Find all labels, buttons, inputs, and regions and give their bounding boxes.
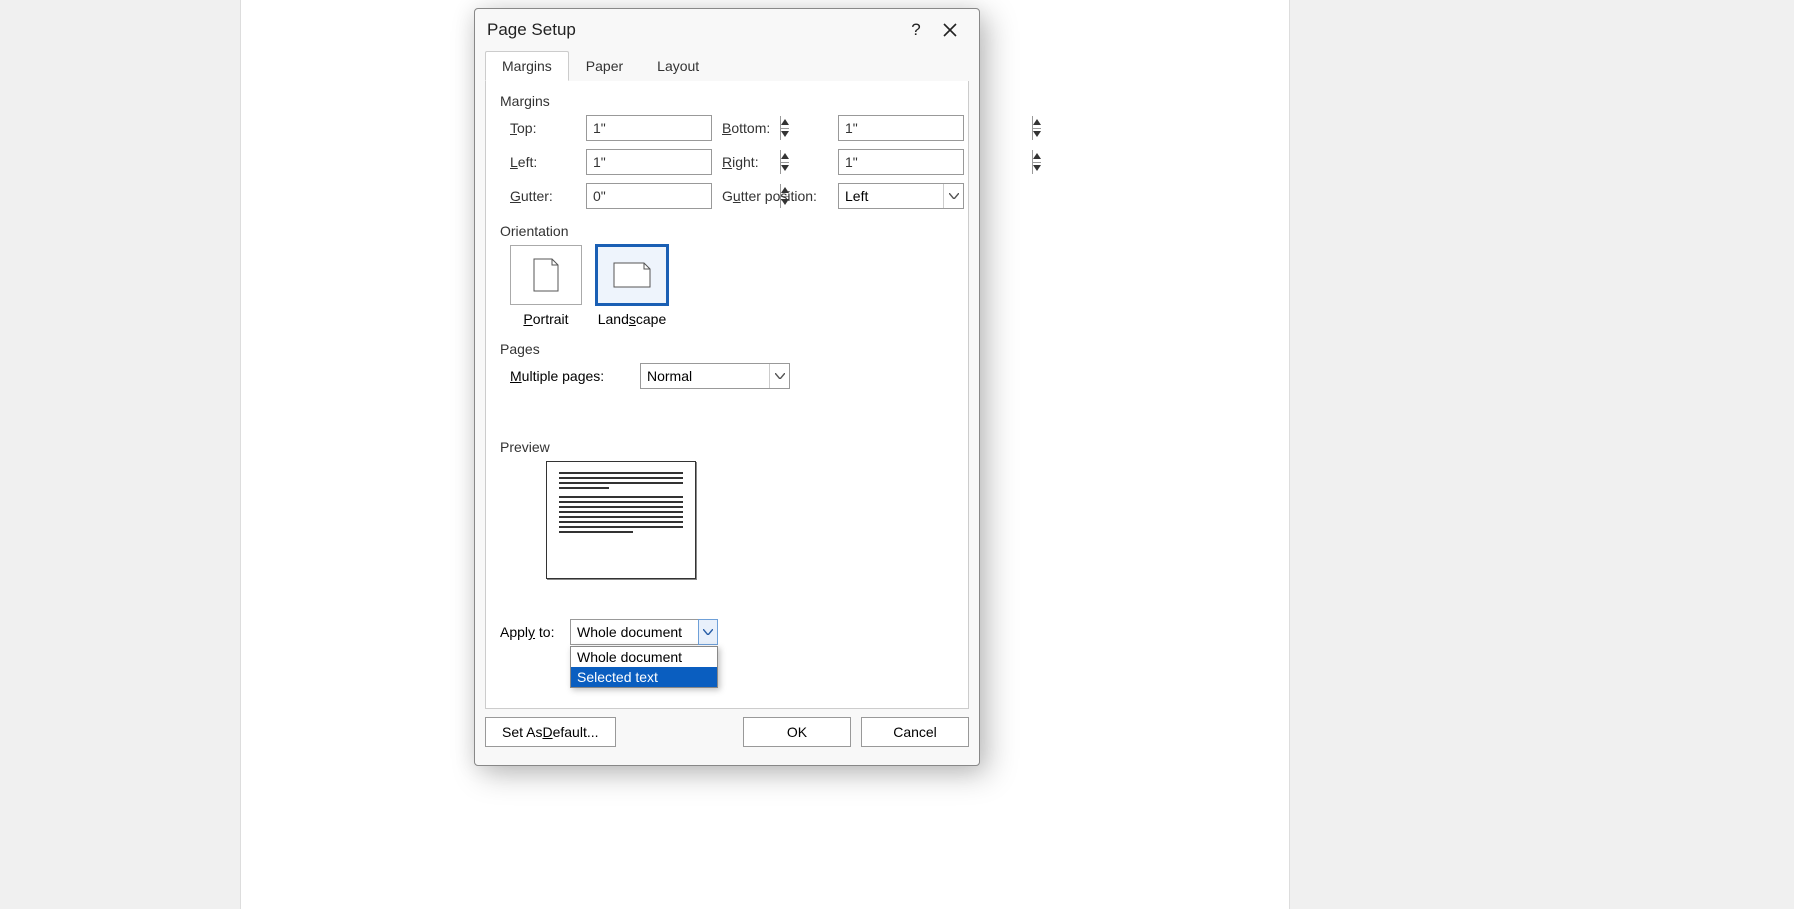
apply-option-selected-text[interactable]: Selected text <box>571 667 717 687</box>
set-as-default-button[interactable]: Set As Default... <box>485 717 616 747</box>
landscape-icon <box>596 245 668 305</box>
preview-section: Preview <box>500 439 954 579</box>
apply-to-label: Apply to: <box>500 624 560 640</box>
apply-to-dropdown[interactable]: Whole document <box>570 619 718 645</box>
chevron-down-icon[interactable] <box>769 364 789 388</box>
tab-layout[interactable]: Layout <box>640 51 716 81</box>
right-input[interactable] <box>839 150 1032 174</box>
gutter-position-label: Gutter position: <box>722 188 832 204</box>
gutter-label: Gutter: <box>510 188 580 204</box>
right-spin[interactable] <box>1032 150 1041 174</box>
orientation-landscape[interactable]: Landscape <box>596 245 668 327</box>
bottom-spin[interactable] <box>1032 116 1041 140</box>
right-label: Right: <box>722 154 832 170</box>
multiple-pages-dropdown[interactable]: Normal <box>640 363 790 389</box>
spin-down-icon[interactable] <box>1033 129 1041 141</box>
orientation-section: Orientation Portrait Landscape <box>500 223 954 327</box>
spin-up-icon[interactable] <box>1033 150 1041 163</box>
multiple-pages-label: Multiple pages: <box>510 368 610 384</box>
bottom-input[interactable] <box>839 116 1032 140</box>
left-field[interactable] <box>586 149 712 175</box>
landscape-label: Landscape <box>598 311 667 327</box>
page-setup-dialog: Page Setup ? Margins Paper Layout Margin… <box>474 8 980 766</box>
close-icon <box>943 23 957 37</box>
top-field[interactable] <box>586 115 712 141</box>
dialog-titlebar: Page Setup ? <box>475 9 979 51</box>
bottom-field[interactable] <box>838 115 964 141</box>
margins-grid: Top: Bottom: Left: <box>500 115 954 209</box>
gutter-field[interactable] <box>586 183 712 209</box>
spin-down-icon[interactable] <box>1033 163 1041 175</box>
dialog-title: Page Setup <box>487 20 899 40</box>
preview-page-icon <box>546 461 696 579</box>
gutter-position-dropdown[interactable]: Left <box>838 183 964 209</box>
dialog-footer: Set As Default... OK Cancel <box>485 709 969 755</box>
chevron-down-icon[interactable] <box>698 619 718 645</box>
right-field[interactable] <box>838 149 964 175</box>
ok-button[interactable]: OK <box>743 717 851 747</box>
tab-margins[interactable]: Margins <box>485 51 569 81</box>
apply-option-whole-document[interactable]: Whole document <box>571 647 717 667</box>
margins-section: Margins Top: Bottom: <box>500 93 954 209</box>
orientation-label: Orientation <box>500 223 954 239</box>
pages-section: Pages Multiple pages: Normal <box>500 341 954 389</box>
gutter-position-value: Left <box>839 184 943 208</box>
apply-to-value: Whole document <box>571 620 698 644</box>
portrait-icon <box>510 245 582 305</box>
apply-to-row: Apply to: Whole document Whole document … <box>500 619 954 645</box>
orientation-portrait[interactable]: Portrait <box>510 245 582 327</box>
dialog-content: Margins Top: Bottom: <box>485 81 969 709</box>
margins-section-label: Margins <box>500 93 954 109</box>
apply-to-options: Whole document Selected text <box>570 646 718 688</box>
cancel-button[interactable]: Cancel <box>861 717 969 747</box>
top-label: Top: <box>510 120 580 136</box>
chevron-down-icon[interactable] <box>943 184 963 208</box>
tab-paper[interactable]: Paper <box>569 51 640 81</box>
spin-up-icon[interactable] <box>1033 116 1041 129</box>
portrait-label: Portrait <box>523 311 568 327</box>
bottom-label: Bottom: <box>722 120 832 136</box>
tab-bar: Margins Paper Layout <box>475 51 979 81</box>
multiple-pages-value: Normal <box>641 364 769 388</box>
help-button[interactable]: ? <box>899 13 933 47</box>
left-label: Left: <box>510 154 580 170</box>
close-button[interactable] <box>933 13 967 47</box>
pages-label: Pages <box>500 341 954 357</box>
preview-label: Preview <box>500 439 954 455</box>
